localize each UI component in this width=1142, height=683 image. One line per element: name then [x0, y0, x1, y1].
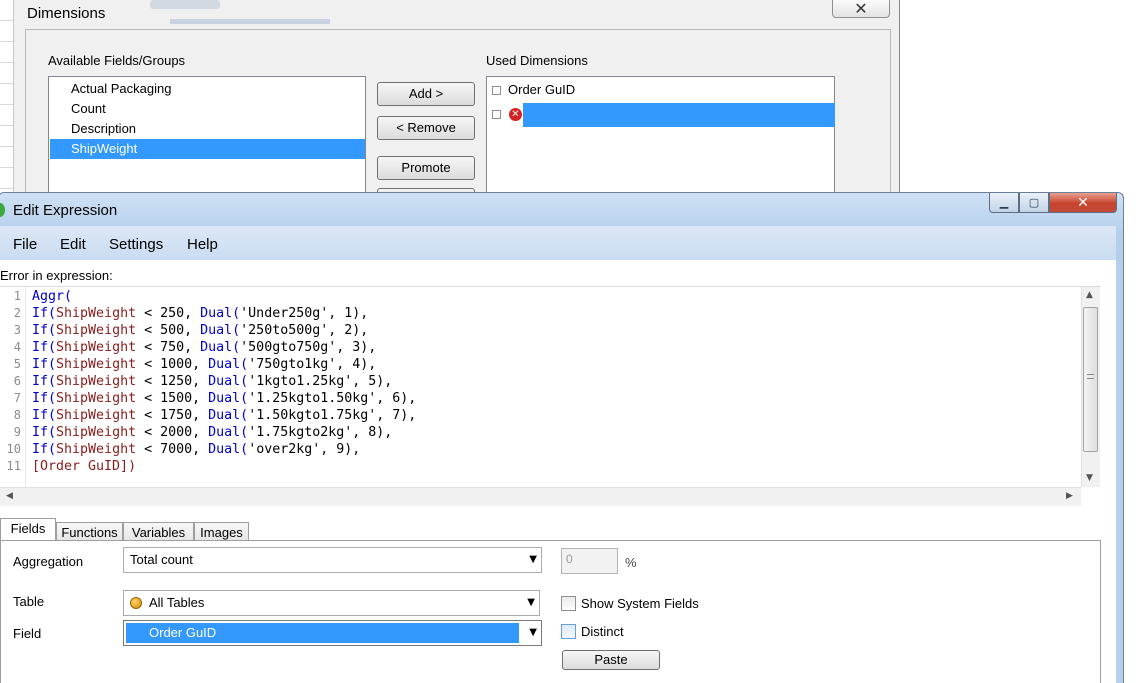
table-select[interactable]: All Tables ▼ — [123, 590, 540, 616]
used-dimension-item-selected[interactable] — [523, 103, 835, 127]
available-fields-list[interactable]: Actual Packaging Count Description ShipW… — [48, 76, 366, 206]
code-line: If(ShipWeight < 1500, Dual('1.25kgto1.50… — [32, 391, 417, 406]
menu-edit[interactable]: Edit — [60, 236, 86, 253]
error-in-expression-label: Error in expression: — [0, 268, 113, 283]
remove-button[interactable]: < Remove — [377, 116, 475, 140]
available-field-item[interactable]: Actual Packaging — [50, 79, 365, 99]
expand-icon[interactable] — [492, 110, 501, 119]
error-icon: ✕ — [509, 108, 522, 121]
scroll-left-icon[interactable]: ◀ — [6, 491, 13, 501]
background-sheet-strip — [0, 0, 14, 200]
code-line: Aggr( — [32, 289, 73, 304]
percent-sign: % — [625, 555, 637, 570]
window-title: Edit Expression — [13, 202, 118, 219]
code-line: [Order GuID]) — [32, 459, 137, 474]
available-field-item-selected[interactable]: ShipWeight — [50, 139, 365, 159]
edit-expression-client: Error in expression: 1 2 3 4 5 6 7 8 9 1… — [0, 260, 1116, 683]
show-system-fields-label: Show System Fields — [581, 596, 699, 611]
menu-settings[interactable]: Settings — [109, 236, 163, 253]
line-number: 1 — [13, 289, 21, 303]
dimensions-close-button[interactable]: ✕ — [832, 0, 890, 18]
percent-input[interactable]: 0 — [561, 548, 618, 574]
edit-expression-window: Edit Expression ▁ ▢ ✕ File Edit Settings… — [0, 192, 1124, 683]
promote-button[interactable]: Promote — [377, 156, 475, 180]
line-number: 5 — [13, 357, 21, 371]
aggregation-select[interactable]: Total count ▼ — [123, 547, 542, 573]
table-icon — [130, 597, 142, 609]
vertical-scroll-thumb[interactable] — [1083, 307, 1098, 452]
add-button[interactable]: Add > — [377, 82, 475, 106]
available-field-item[interactable]: Count — [50, 99, 365, 119]
chevron-down-icon: ▼ — [529, 627, 537, 638]
maximize-button[interactable]: ▢ — [1019, 193, 1049, 213]
line-number: 4 — [13, 340, 21, 354]
available-fields-label: Available Fields/Groups — [48, 53, 186, 68]
available-field-item[interactable]: Description — [50, 119, 365, 139]
distinct-checkbox[interactable] — [561, 624, 576, 639]
show-system-fields-checkbox[interactable] — [561, 596, 576, 611]
minimize-button[interactable]: ▁ — [989, 193, 1019, 213]
app-icon — [0, 203, 5, 217]
table-value: All Tables — [149, 595, 205, 610]
scroll-up-icon[interactable]: ▲ — [1086, 290, 1093, 300]
code-line: If(ShipWeight < 500, Dual('250to500g', 2… — [32, 323, 369, 338]
code-line: If(ShipWeight < 250, Dual('Under250g', 1… — [32, 306, 369, 321]
code-line: If(ShipWeight < 1750, Dual('1.50kgto1.75… — [32, 408, 417, 423]
line-number: 8 — [13, 408, 21, 422]
used-dimensions-label: Used Dimensions — [486, 53, 588, 68]
field-value: Order GuID — [149, 625, 217, 640]
faded-underline-ghost — [170, 19, 330, 24]
expression-editor[interactable]: 1 2 3 4 5 6 7 8 9 10 11 Aggr( If(ShipWei… — [0, 286, 1101, 508]
used-dimension-item[interactable]: Order GuID — [508, 82, 575, 97]
horizontal-scrollbar[interactable]: ◀ ▶ — [0, 487, 1081, 506]
maximize-icon: ▢ — [1028, 197, 1040, 209]
aggregation-label: Aggregation — [13, 554, 84, 569]
close-icon: ✕ — [1077, 194, 1089, 210]
expand-icon[interactable] — [492, 86, 501, 95]
code-line: If(ShipWeight < 7000, Dual('over2kg', 9)… — [32, 442, 361, 457]
line-number: 7 — [13, 391, 21, 405]
used-dimensions-list[interactable]: Order GuID ✕ — [486, 76, 835, 206]
dimensions-dialog-title: Dimensions — [27, 5, 106, 22]
chevron-down-icon: ▼ — [529, 554, 537, 565]
grip-icon — [1087, 374, 1094, 379]
menu-bar: File Edit Settings Help — [0, 226, 1116, 260]
line-number: 2 — [13, 306, 21, 320]
close-icon: ✕ — [854, 0, 868, 18]
close-button[interactable]: ✕ — [1049, 193, 1117, 213]
field-select[interactable]: Order GuID ▼ — [123, 620, 542, 646]
aggregation-value: Total count — [130, 552, 193, 567]
code-line: If(ShipWeight < 1000, Dual('750gto1kg', … — [32, 357, 377, 372]
table-label: Table — [13, 594, 45, 609]
faded-title-ghost — [150, 0, 220, 9]
line-number: 6 — [13, 374, 21, 388]
distinct-label: Distinct — [581, 624, 624, 639]
chevron-down-icon: ▼ — [527, 597, 535, 608]
menu-help[interactable]: Help — [187, 236, 218, 253]
line-number: 9 — [13, 425, 21, 439]
field-label: Field — [13, 626, 42, 641]
code-line: If(ShipWeight < 1250, Dual('1kgto1.25kg'… — [32, 374, 393, 389]
code-line: If(ShipWeight < 2000, Dual('1.75kgto2kg'… — [32, 425, 393, 440]
line-number: 3 — [13, 323, 21, 337]
scroll-right-icon[interactable]: ▶ — [1066, 491, 1073, 501]
tab-fields[interactable]: Fields — [0, 518, 56, 542]
line-number: 11 — [6, 459, 21, 473]
menu-file[interactable]: File — [13, 236, 37, 253]
scroll-down-icon[interactable]: ▼ — [1086, 473, 1093, 483]
paste-button[interactable]: Paste — [562, 650, 660, 670]
fields-tab-panel: Aggregation Total count ▼ 0 % Table All … — [0, 540, 1101, 683]
line-number: 10 — [6, 442, 21, 456]
line-number-gutter: 1 2 3 4 5 6 7 8 9 10 11 — [0, 287, 26, 487]
code-line: If(ShipWeight < 750, Dual('500gto750g', … — [32, 340, 377, 355]
minimize-icon: ▁ — [999, 197, 1009, 209]
